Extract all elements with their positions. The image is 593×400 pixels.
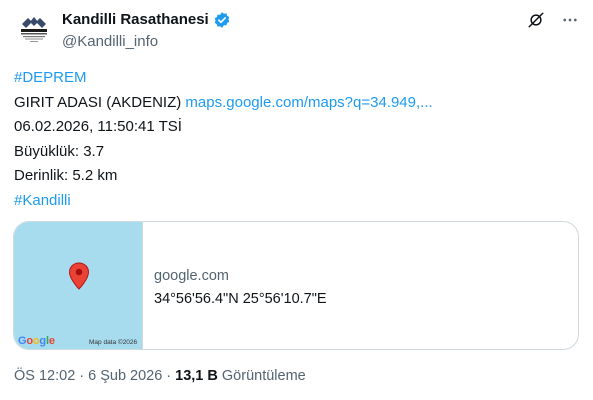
user-handle[interactable]: @Kandilli_info — [62, 32, 231, 52]
card-text: google.com 34°56'56.4"N 25°56'10.7"E — [154, 266, 327, 309]
views-count[interactable]: 13,1 B — [175, 368, 218, 384]
display-name[interactable]: Kandilli Rasathanesi — [62, 10, 231, 30]
map-pin-icon — [68, 262, 90, 290]
verified-badge-icon[interactable] — [213, 11, 231, 29]
user-names: Kandilli Rasathanesi @Kandilli_info — [62, 10, 231, 52]
meta-separator: · — [79, 368, 85, 384]
kandilli-logo-icon[interactable] — [14, 10, 54, 50]
header-actions — [526, 10, 580, 30]
depth-text: Derinlik: 5.2 km — [14, 167, 118, 184]
card-title: 34°56'56.4"N 25°56'10.7"E — [154, 291, 327, 307]
more-icon[interactable] — [560, 10, 580, 30]
tweet-header: Kandilli Rasathanesi @Kandilli_info — [14, 10, 580, 54]
datetime-text: 06.02.2026, 11:50:41 TSİ — [14, 118, 182, 135]
tweet-time[interactable]: ÖS 12:02 — [14, 368, 75, 384]
map-thumbnail: Google Map data ©2026 — [14, 222, 143, 349]
tweet-date[interactable]: 6 Şub 2026 — [88, 368, 162, 384]
card-domain: google.com — [154, 268, 229, 284]
link-preview-card[interactable]: Google Map data ©2026 google.com 34°56'5… — [13, 221, 579, 350]
hashtag-kandilli[interactable]: #Kandilli — [14, 192, 71, 209]
map-data-attribution: Map data ©2026 — [89, 339, 138, 346]
display-name-text[interactable]: Kandilli Rasathanesi — [62, 10, 209, 30]
location-text: GIRIT ADASI (AKDENIZ) — [14, 93, 186, 111]
meta-separator: · — [166, 368, 172, 384]
views-label: Görüntüleme — [221, 368, 306, 384]
google-logo: Google — [18, 335, 55, 347]
magnitude-text: Büyüklük: 3.7 — [14, 142, 105, 160]
map-link[interactable]: maps.google.com/maps?q=34.949,... — [185, 94, 432, 111]
hashtag-deprem[interactable]: #DEPREM — [14, 69, 87, 86]
grok-icon[interactable] — [526, 10, 546, 30]
tweet-text: #DEPREM GIRIT ADASI (AKDENIZ) maps.googl… — [14, 66, 580, 213]
tweet-meta: ÖS 12:02 · 6 Şub 2026 · 13,1 B Görüntüleme — [14, 366, 306, 386]
